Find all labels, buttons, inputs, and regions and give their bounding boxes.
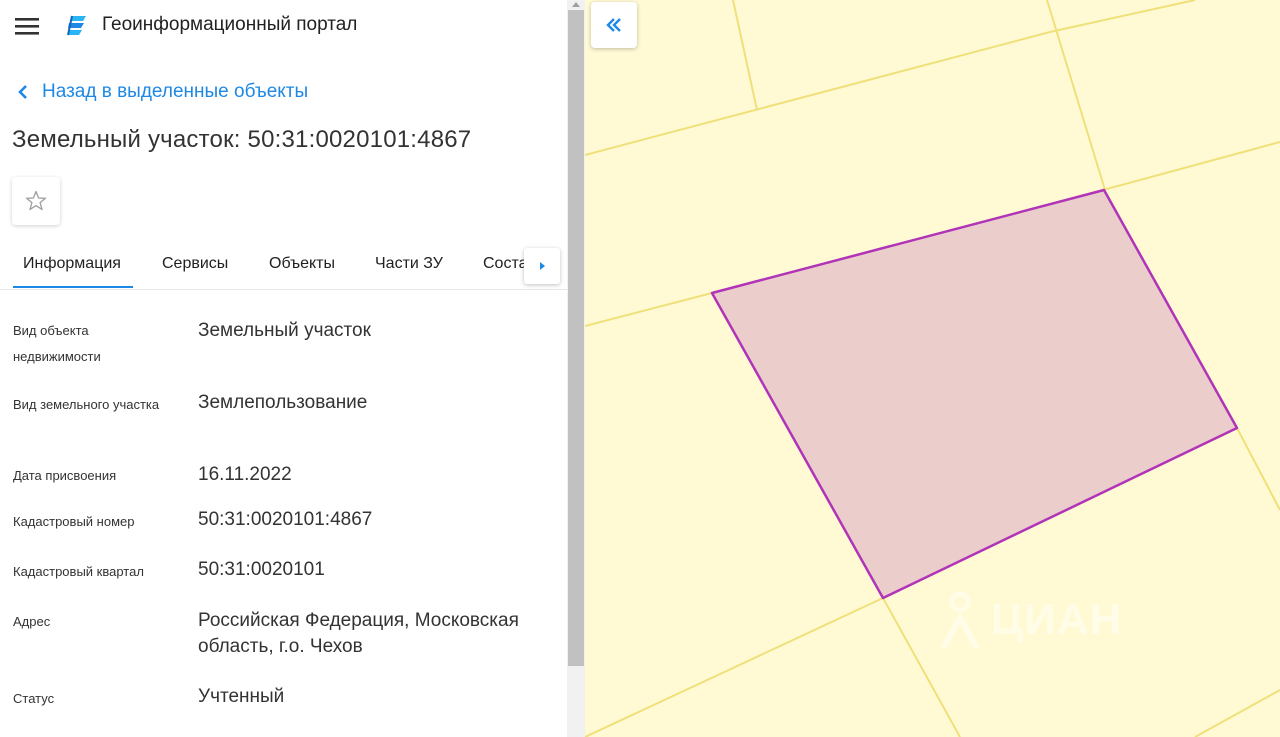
property-label: Вид объекта недвижимости	[13, 323, 101, 364]
back-link-label: Назад в выделенные объекты	[42, 81, 309, 102]
map-canvas[interactable]	[585, 0, 1280, 737]
parcel-boundary-line	[1194, 689, 1280, 737]
chevron-left-icon	[18, 85, 27, 99]
tab-services[interactable]: Сервисы	[162, 255, 228, 273]
object-title: Земельный участок: 50:31:0020101:4867	[12, 126, 472, 153]
panel-scrollbar[interactable]	[567, 0, 585, 737]
tab-parts[interactable]: Части ЗУ	[375, 255, 443, 273]
double-chevron-left-icon	[606, 18, 621, 32]
parcel-boundary-line	[732, 0, 758, 111]
property-value: Российская Федерация, Московская область…	[198, 610, 519, 657]
parcel-boundary-line	[1049, 0, 1196, 33]
tab-objects[interactable]: Объекты	[269, 255, 335, 273]
app-header: Геоинформационный портал	[0, 0, 567, 52]
property-label: Адрес	[13, 614, 51, 629]
property-value: 50:31:0020101:4867	[198, 509, 373, 530]
active-tab-indicator	[13, 286, 133, 288]
property-value: Учтенный	[198, 686, 285, 707]
scroll-up-arrow-icon[interactable]	[571, 0, 581, 8]
property-label: Кадастровый номер	[13, 514, 135, 529]
property-label: Статус	[13, 691, 55, 706]
back-to-selected-link[interactable]: Назад в выделенные объекты	[18, 80, 308, 104]
property-value: 16.11.2022	[198, 464, 292, 485]
property-value: Земельный участок	[198, 320, 371, 341]
star-outline-icon	[25, 190, 47, 211]
collapse-panel-button[interactable]	[591, 2, 637, 48]
property-label: Дата присвоения	[13, 468, 117, 483]
tab-info[interactable]: Информация	[23, 255, 121, 273]
tab-scroll-right-button[interactable]	[524, 248, 560, 284]
scrollbar-thumb[interactable]	[568, 10, 584, 666]
tab-bar: Информация Сервисы Объекты Части ЗУ Сост…	[0, 241, 567, 290]
parcel-boundary-line	[1102, 141, 1280, 191]
property-label: Кадастровый квартал	[13, 564, 144, 579]
tab-composition[interactable]: Соста	[483, 255, 528, 273]
parcel-boundary-line	[1236, 427, 1280, 511]
info-panel: Геоинформационный портал Назад в выделен…	[0, 0, 567, 737]
favorite-button[interactable]	[12, 177, 60, 225]
parcel-boundary-line	[585, 292, 713, 327]
caret-right-icon	[540, 262, 545, 270]
property-value: Землепользование	[198, 392, 368, 413]
logo-icon	[67, 15, 86, 36]
watermark-text: ЦИАН	[991, 595, 1123, 644]
menu-icon[interactable]	[15, 16, 39, 36]
map-watermark: ЦИАН	[935, 590, 1122, 650]
app-title: Геоинформационный портал	[102, 14, 358, 35]
map-view[interactable]	[585, 0, 1280, 737]
parcel-boundary-line	[1046, 0, 1106, 191]
selected-parcel-polygon	[710, 188, 1239, 600]
property-label: Вид земельного участка	[13, 397, 160, 412]
cian-logo-icon	[940, 591, 980, 650]
parcel-boundary-line	[585, 597, 884, 737]
property-value: 50:31:0020101	[198, 559, 325, 580]
parcel-boundary-line	[585, 31, 1051, 156]
